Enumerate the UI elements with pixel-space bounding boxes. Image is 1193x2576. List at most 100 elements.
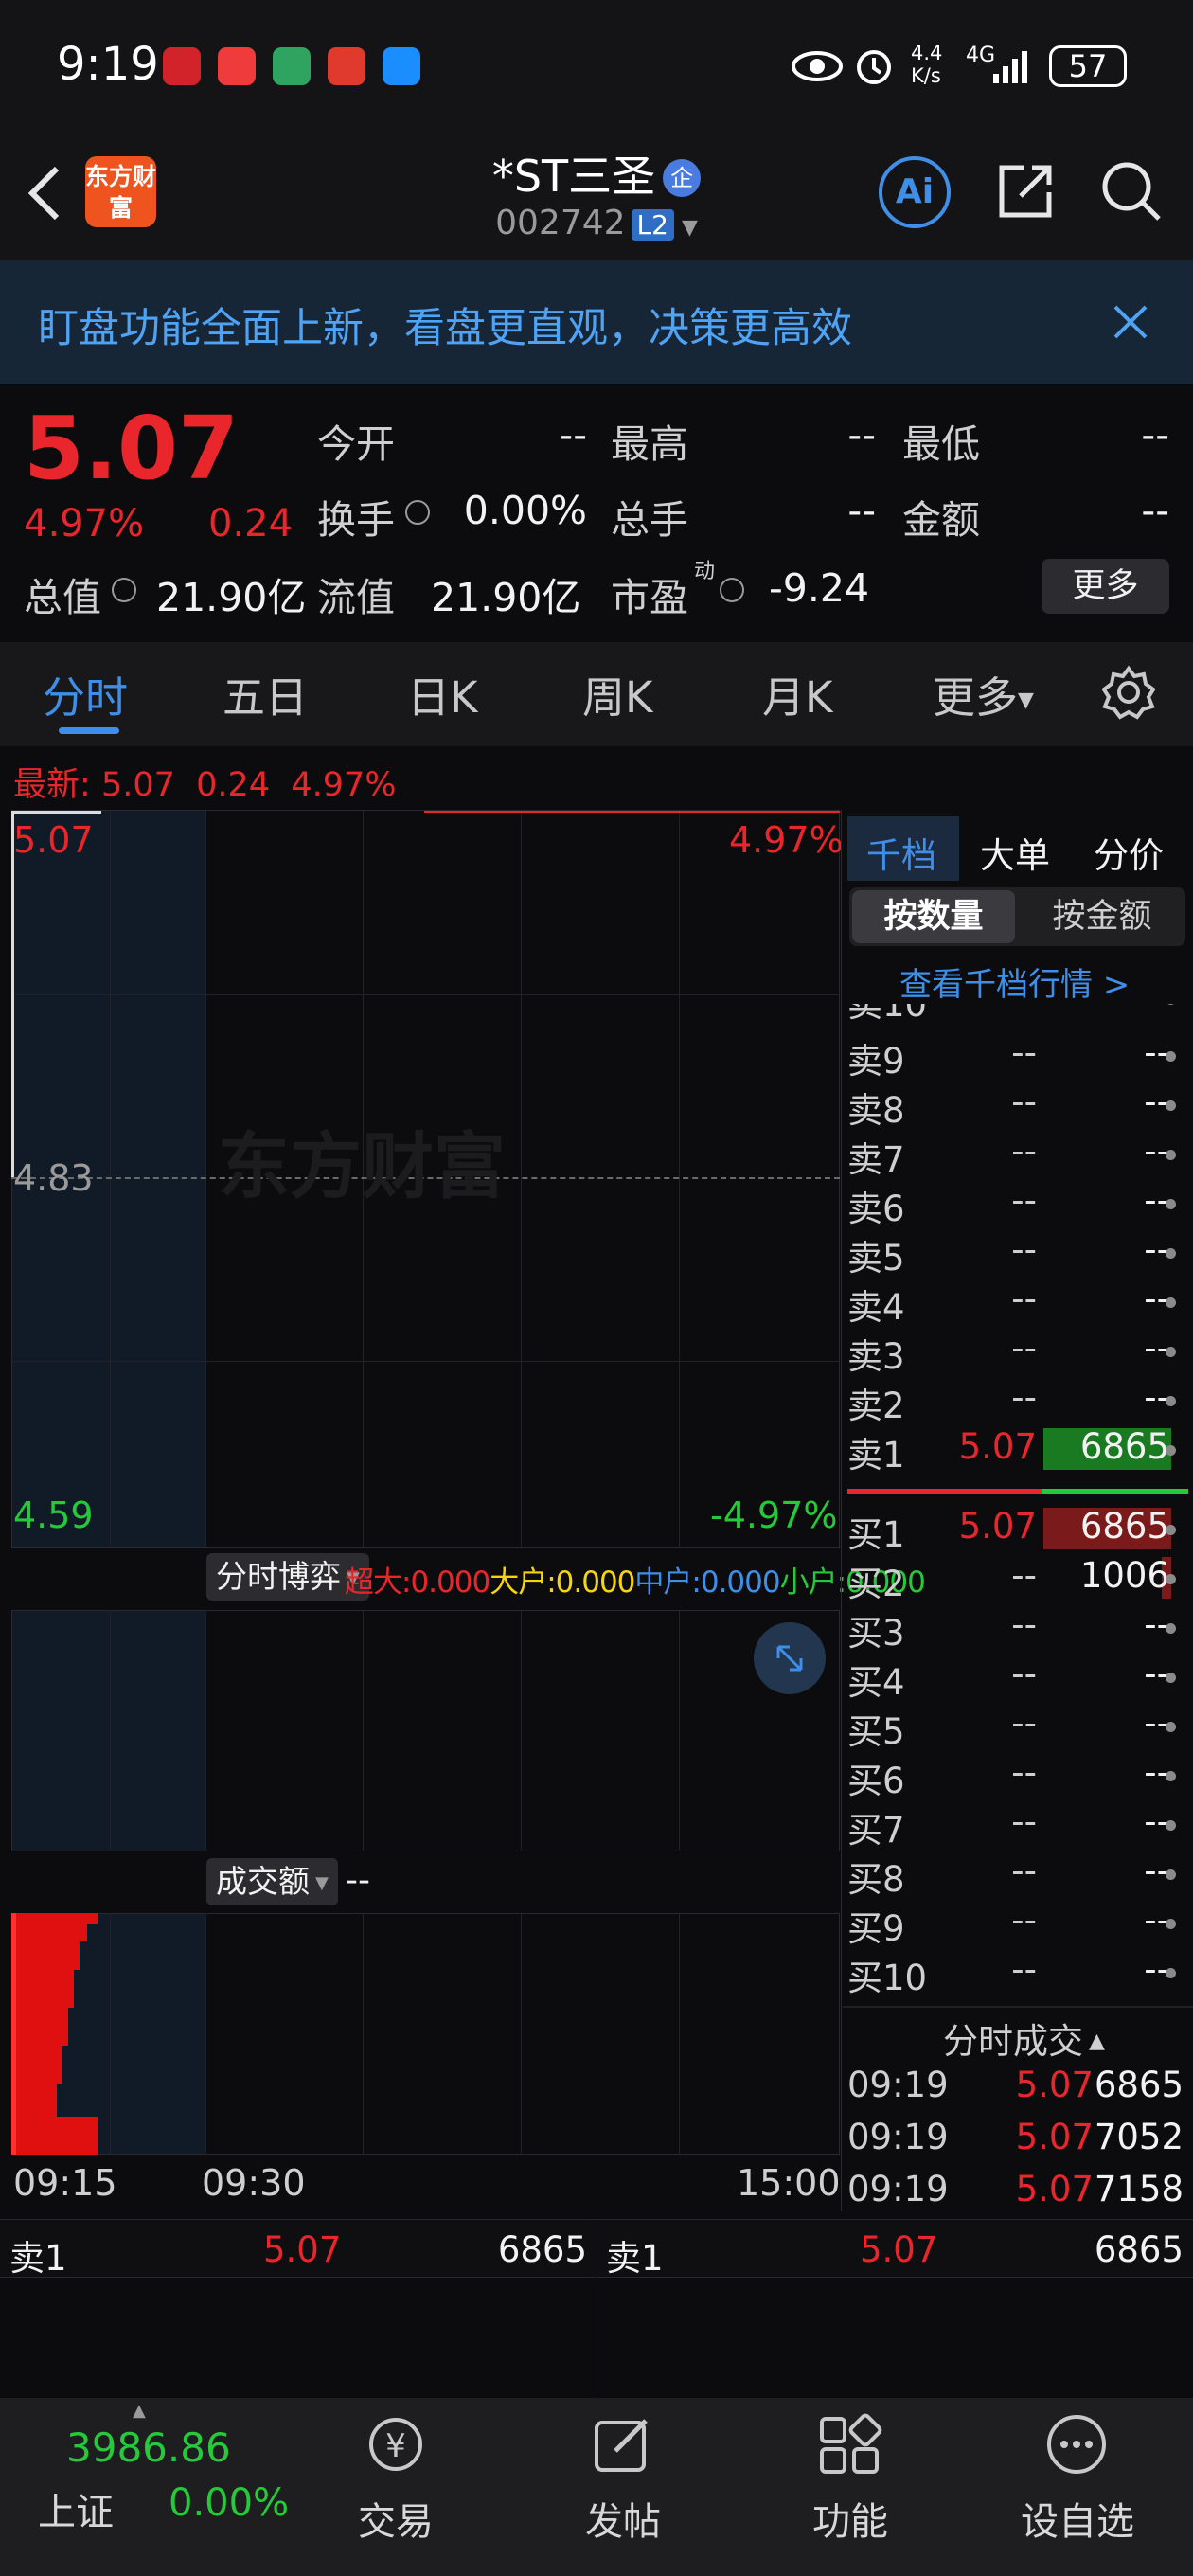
expand-up-icon[interactable]: ▲ (133, 2401, 146, 2421)
indicator-chart[interactable] (11, 1610, 840, 1852)
time-close: 15:00 (737, 2162, 841, 2204)
tab-thousand-level[interactable]: 千档 (866, 827, 936, 878)
tab-more[interactable]: 更多▼ (933, 663, 1034, 724)
buy-order-row[interactable]: 买5 -- -- (847, 1703, 1193, 1752)
order-volume: -- (1144, 1229, 1169, 1270)
tab-monthly-k[interactable]: 月K (762, 663, 833, 724)
axis-high-pct: 4.97% (729, 819, 844, 861)
volume-chart[interactable] (11, 1913, 840, 2155)
trade-row: 09:19 5.07 7052 (847, 2117, 1193, 2166)
sell-order-row[interactable]: 卖7 -- -- (847, 1131, 1193, 1180)
bottom-left-label: 卖1 (9, 2238, 67, 2279)
bottom-left-vol: 6865 (497, 2229, 587, 2270)
trade-volume: 7052 (1094, 2117, 1184, 2157)
ai-icon[interactable]: Ai (879, 156, 951, 228)
grid-line (205, 810, 206, 1548)
sell-order-row[interactable]: 卖4 -- -- (847, 1279, 1193, 1328)
order-level-label: 卖6 (847, 1189, 905, 1229)
tab-big-order[interactable]: 大单 (980, 827, 1050, 878)
buy-order-row[interactable]: 买6 -- -- (847, 1752, 1193, 1801)
sell-order-row[interactable]: 卖6 -- -- (847, 1180, 1193, 1229)
nav-functions[interactable]: 功能 (775, 2491, 926, 2546)
buy-order-row[interactable]: 买1 5.07 6865 (847, 1506, 1193, 1555)
more-button[interactable]: 更多 (1042, 559, 1169, 614)
field-label: 最高 (611, 421, 688, 467)
order-price: -- (1011, 1801, 1037, 1842)
app-root: { "status_bar": {"time": "9:19", "net_sp… (0, 0, 1193, 2576)
bottom-divider (596, 2219, 597, 2399)
order-volume: -- (1046, 1004, 1169, 1016)
order-level-label: 卖2 (847, 1386, 905, 1426)
sell-order-row[interactable]: 卖5 -- -- (847, 1229, 1193, 1279)
trade-time: 09:19 (847, 2117, 949, 2157)
post-icon[interactable] (589, 2413, 657, 2476)
info-icon[interactable] (112, 578, 136, 602)
field-value: -- (1141, 488, 1169, 533)
trade-volume: 7158 (1094, 2169, 1184, 2209)
order-level-label: 买3 (847, 1613, 905, 1654)
order-price: -- (1011, 1229, 1037, 1270)
sub-tab-by-amount[interactable]: 按金额 (1021, 890, 1184, 943)
sell-order-row[interactable]: 卖2 -- -- (847, 1377, 1193, 1426)
trade-icon[interactable]: ¥ (360, 2413, 432, 2476)
row-dot-icon (1166, 1445, 1176, 1456)
tab-five-day[interactable]: 五日 (223, 663, 308, 724)
tab-price-dist[interactable]: 分价 (1094, 827, 1164, 878)
tab-weekly-k[interactable]: 周K (582, 663, 653, 724)
buy-order-row[interactable]: 买7 -- -- (847, 1801, 1193, 1851)
field-value: -- (1141, 412, 1169, 457)
row-dot-icon (1166, 1919, 1176, 1929)
nav-trade[interactable]: 交易 (320, 2491, 472, 2546)
status-clock: 9:19 (57, 38, 159, 91)
row-dot-icon (1166, 1248, 1176, 1259)
sell-order-row[interactable]: 卖3 -- -- (847, 1328, 1193, 1377)
trade-time: 09:19 (847, 2169, 949, 2209)
info-icon[interactable] (405, 500, 430, 525)
sell-buy-split-green (1042, 1489, 1188, 1494)
search-icon[interactable] (1098, 158, 1165, 224)
order-price: -- (1011, 1604, 1037, 1645)
sell-order-row[interactable]: 卖10---- (847, 1004, 1193, 1021)
order-price: 5.07 (958, 1506, 1037, 1547)
collapse-icon: ▲ (1089, 2030, 1105, 2053)
buy-order-row[interactable]: 买2 -- 1006 (847, 1555, 1193, 1604)
dropdown-icon: ▼ (1018, 689, 1034, 712)
view-depth-link[interactable]: 查看千档行情 > (899, 958, 1130, 1005)
order-volume: -- (1144, 1604, 1169, 1645)
order-level-label: 买9 (847, 1908, 905, 1949)
close-icon[interactable] (1110, 301, 1151, 343)
back-icon[interactable] (21, 163, 66, 224)
nav-add-watchlist[interactable]: 设自选 (1002, 2491, 1153, 2546)
divider (843, 2006, 1193, 2008)
buy-order-row[interactable]: 买4 -- -- (847, 1654, 1193, 1703)
sell-order-row[interactable]: 卖1 5.07 6865 (847, 1426, 1193, 1476)
order-level-label: 卖5 (847, 1238, 905, 1279)
info-icon[interactable] (720, 578, 744, 602)
row-dot-icon (1166, 1771, 1176, 1781)
stock-code[interactable]: 002742 L2 ▼ (445, 204, 748, 242)
gear-icon[interactable] (1101, 665, 1156, 720)
svg-text:¥: ¥ (385, 2427, 406, 2465)
tab-daily-k[interactable]: 日K (407, 663, 478, 724)
grid-icon[interactable] (816, 2413, 882, 2476)
share-icon[interactable] (992, 158, 1059, 224)
grid-line (679, 1610, 680, 1852)
buy-order-row[interactable]: 买10 -- -- (847, 1949, 1193, 1998)
buy-order-row[interactable]: 买3 -- -- (847, 1604, 1193, 1654)
sell-order-row[interactable]: 卖9 -- -- (847, 1032, 1193, 1082)
buy-order-row[interactable]: 买8 -- -- (847, 1851, 1193, 1900)
volume-select[interactable]: 成交额 ▼ (206, 1858, 338, 1905)
nav-post[interactable]: 发帖 (547, 2491, 699, 2546)
expand-icon[interactable] (754, 1622, 826, 1694)
index-value[interactable]: 3986.86 (66, 2424, 231, 2471)
order-volume: -- (1144, 1900, 1169, 1941)
more-icon[interactable] (1043, 2411, 1110, 2478)
order-volume: -- (1144, 1752, 1169, 1793)
tab-intraday[interactable]: 分时 (43, 663, 128, 724)
sub-tab-by-quantity[interactable]: 按数量 (852, 890, 1015, 943)
sell-order-row[interactable]: 卖8 -- -- (847, 1082, 1193, 1131)
order-level-label: 买7 (847, 1810, 905, 1851)
trades-title[interactable]: 分时成交 ▲ (943, 2012, 1105, 2064)
buy-order-row[interactable]: 买9 -- -- (847, 1900, 1193, 1949)
app-logo[interactable]: 东方财富 (85, 156, 156, 227)
